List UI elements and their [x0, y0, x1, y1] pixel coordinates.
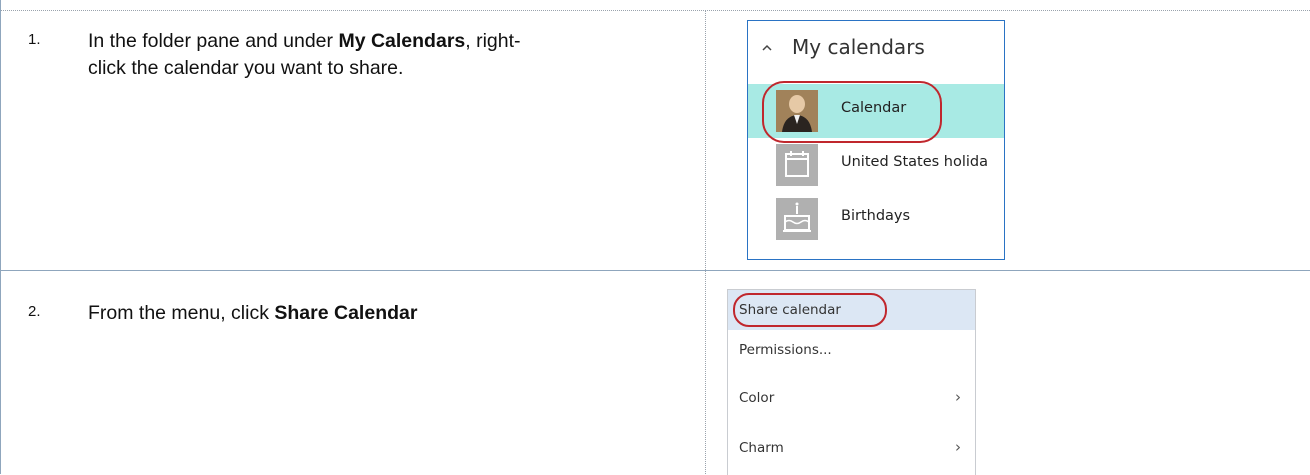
callout-highlight	[733, 293, 887, 327]
menu-item-label: Color	[739, 390, 775, 406]
table-top-border	[0, 10, 1310, 11]
callout-highlight	[762, 81, 942, 143]
menu-item-label: Charm	[739, 440, 784, 456]
folder-pane-screenshot: My calendars Calendar United States holi…	[747, 20, 1005, 260]
column-divider	[705, 10, 706, 474]
chevron-up-icon	[762, 44, 772, 51]
step-2-text: From the menu, click Share Calendar	[88, 302, 418, 324]
birthday-cake-icon	[776, 198, 818, 240]
instruction-table: 1. In the folder pane and under My Calen…	[0, 0, 1310, 475]
step-1-emphasis: My Calendars	[338, 30, 466, 52]
calendar-item-label: United States holida	[841, 154, 989, 170]
calendar-item-label: Birthdays	[841, 208, 911, 224]
menu-item-color[interactable]: Color ›	[728, 378, 975, 418]
step-1-number: 1.	[28, 31, 41, 48]
table-left-border	[0, 0, 1, 474]
calendar-icon	[776, 144, 818, 186]
step-2-emphasis: Share Calendar	[274, 302, 418, 324]
menu-item-label: Permissions...	[739, 342, 832, 358]
chevron-right-icon: ›	[955, 388, 961, 406]
calendar-item-us-holidays[interactable]: United States holida	[748, 138, 1004, 192]
context-menu-screenshot: Share calendar Permissions... Color › Ch…	[727, 289, 976, 475]
my-calendars-header[interactable]: My calendars	[748, 35, 1004, 65]
menu-item-charm[interactable]: Charm ›	[728, 428, 975, 468]
step-2-number: 2.	[28, 303, 41, 320]
chevron-right-icon: ›	[955, 438, 961, 456]
menu-item-permissions[interactable]: Permissions...	[728, 330, 975, 370]
my-calendars-label: My calendars	[792, 35, 925, 59]
step-1-text: In the folder pane and under My Calendar…	[88, 30, 521, 79]
row-divider	[0, 270, 1310, 271]
calendar-item-birthdays[interactable]: Birthdays	[748, 192, 1004, 246]
